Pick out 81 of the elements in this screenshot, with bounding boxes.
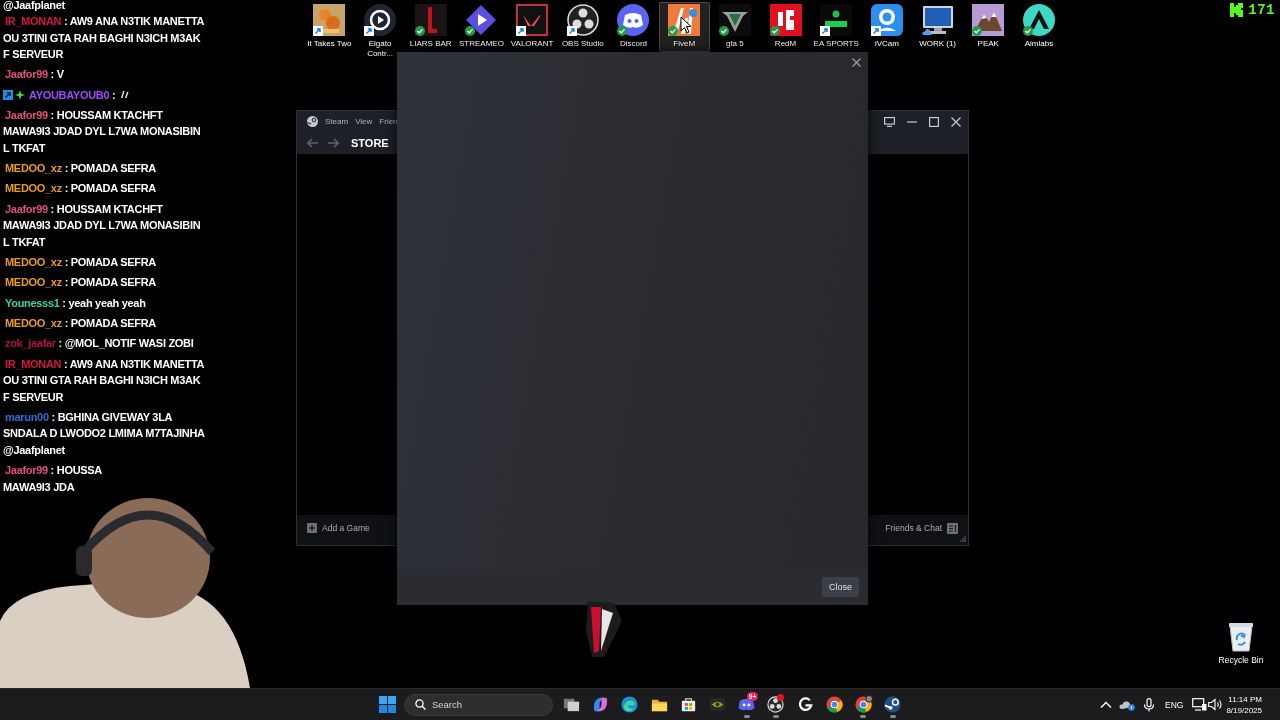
desktop-item[interactable]: STREAMEO	[456, 2, 507, 52]
chat-message: MEDOO_xz : POMADA SEFRA	[4, 315, 156, 331]
chat-message: Jaafor99 : HOUSSAM KTACHFT MAWA9I3 JDAD DYL L7WA MONASIBIN L TKFAT	[3, 107, 202, 156]
desktop-item[interactable]: Discord	[608, 2, 659, 52]
menu-item[interactable]: Steam	[325, 116, 349, 127]
desktop-item[interactable]: WORK (1)	[912, 2, 963, 52]
search-field[interactable]: Search	[403, 693, 553, 716]
menu-item[interactable]: View	[355, 116, 373, 127]
chat-message: MEDOO_xz : POMADA SEFRA	[4, 275, 156, 291]
chat-message: Jaafor99 : V	[4, 67, 64, 83]
desktop-item[interactable]: It Takes Two	[304, 2, 355, 52]
recycle-bin-icon	[1228, 622, 1254, 652]
chat-message: MEDOO_xz : POMADA SEFRA	[4, 161, 156, 177]
close-icon[interactable]	[852, 57, 861, 67]
chat-message: IR_MONAN : AW9 ANA N3TIK MANETTA OU 3TINI GTA RAH BAGHI N3ICH M3AK F SERVEUR	[3, 14, 205, 62]
emote-icon	[120, 90, 130, 100]
segmented-circle-icon[interactable]	[853, 695, 873, 714]
triangle-logo-icon	[1022, 4, 1055, 36]
circle-logo-icon[interactable]	[883, 695, 903, 714]
microphone-icon[interactable]	[1143, 697, 1155, 712]
desktop-item[interactable]: Elgato Contr...	[354, 2, 406, 61]
v-star-logo-icon	[718, 4, 751, 36]
plus-square-icon	[307, 523, 317, 533]
desktop-item[interactable]: EA SPORTS	[810, 2, 862, 52]
game-art-icon	[769, 4, 802, 36]
chat-message: marun00 : BGHINA GIVEWAY 3LA SNDALA D LWODO2 LMIMA M7TAJINHA @Jaafplanet	[3, 409, 206, 458]
cloud-icon[interactable]	[1119, 698, 1135, 711]
desktop-item[interactable]: FiveM	[658, 2, 710, 52]
webcam-icon	[870, 4, 903, 36]
mouse-pointer-icon	[680, 16, 692, 34]
recycle-bin-item[interactable]: Recycle Bin	[1214, 622, 1268, 665]
mountain-icon	[972, 4, 1005, 36]
desktop-item[interactable]: gta 5	[709, 2, 761, 52]
desktop-item[interactable]: LIARS BAR	[405, 2, 457, 52]
desktop-item[interactable]: iVCam	[861, 2, 913, 52]
menu-item[interactable]: Frien	[379, 116, 398, 127]
clock-date[interactable]: 8/19/2025	[1226, 704, 1262, 716]
chat-message: IR_MONAN : AW9 ANA N3TIK MANETTA OU 3TINI GTA RAH BAGHI N3ICH M3AK F SERVEUR	[3, 356, 205, 405]
forward-arrow-icon[interactable]	[327, 138, 339, 148]
three-circles-logo-icon	[566, 4, 599, 36]
v-mark-icon	[516, 4, 549, 36]
desktop-item[interactable]: OBS Studio	[557, 2, 609, 52]
chat-message: zok_jaafar : @MOL_NOTIF WASI ZOBI	[4, 336, 194, 352]
resize-grip-icon[interactable]	[959, 536, 966, 543]
close-button[interactable]: Close	[822, 577, 859, 597]
language-indicator[interactable]: ENG	[1165, 699, 1184, 710]
game-art-icon	[414, 4, 447, 36]
close-icon[interactable]	[951, 116, 961, 127]
chat-message: Younesss1 : yeah yeah yeah	[4, 295, 146, 311]
game-art-icon	[313, 4, 346, 36]
controller-face-icon	[617, 4, 650, 36]
game-art-icon	[820, 4, 853, 36]
speaker-icon[interactable]	[1208, 698, 1224, 711]
chat-message: Jaafor99 : HOUSSAM KTACHFT MAWA9I3 JDAD DYL L7WA MONASIBIN L TKFAT	[3, 201, 202, 250]
chat-message: @Jaafplanet	[3, 0, 66, 10]
monitor-icon[interactable]	[884, 116, 895, 127]
start-icon[interactable]	[378, 696, 396, 713]
maximize-icon[interactable]	[929, 116, 939, 127]
list-square-icon	[947, 522, 958, 534]
viewer-count: 171	[1248, 2, 1275, 18]
clock-time[interactable]: 11:14 PM	[1228, 693, 1262, 705]
page-title: STORE	[351, 135, 389, 151]
ring-logo-icon	[364, 4, 397, 36]
chat-message: Jaafor99 : HOUSSA MAWA9I3 JDA	[3, 463, 102, 495]
desktop-item[interactable]: VALORANT	[506, 2, 558, 52]
chat-message: AYOUBAYOUB0 :	[28, 87, 116, 103]
wave-logo-icon[interactable]	[620, 695, 640, 714]
segmented-circle-icon[interactable]	[824, 695, 844, 714]
circle-logo-icon[interactable]	[307, 116, 318, 127]
friends-chat-button[interactable]: Friends & Chat	[885, 521, 958, 535]
search-icon	[414, 699, 426, 710]
monitor-icon[interactable]	[1192, 698, 1208, 711]
desktop-item[interactable]: PEAK	[962, 2, 1014, 52]
chat-message: MEDOO_xz : POMADA SEFRA	[4, 255, 156, 271]
k-logo-icon	[1230, 3, 1244, 17]
monitor-icon	[921, 4, 954, 36]
add-game-button[interactable]: Add a Game	[307, 521, 370, 535]
desktop-item[interactable]: Aimlabs	[1013, 2, 1065, 52]
chat-message: MEDOO_xz : POMADA SEFRA	[4, 181, 156, 197]
back-arrow-icon[interactable]	[307, 138, 319, 148]
desktop-item[interactable]: RedM	[760, 2, 811, 52]
